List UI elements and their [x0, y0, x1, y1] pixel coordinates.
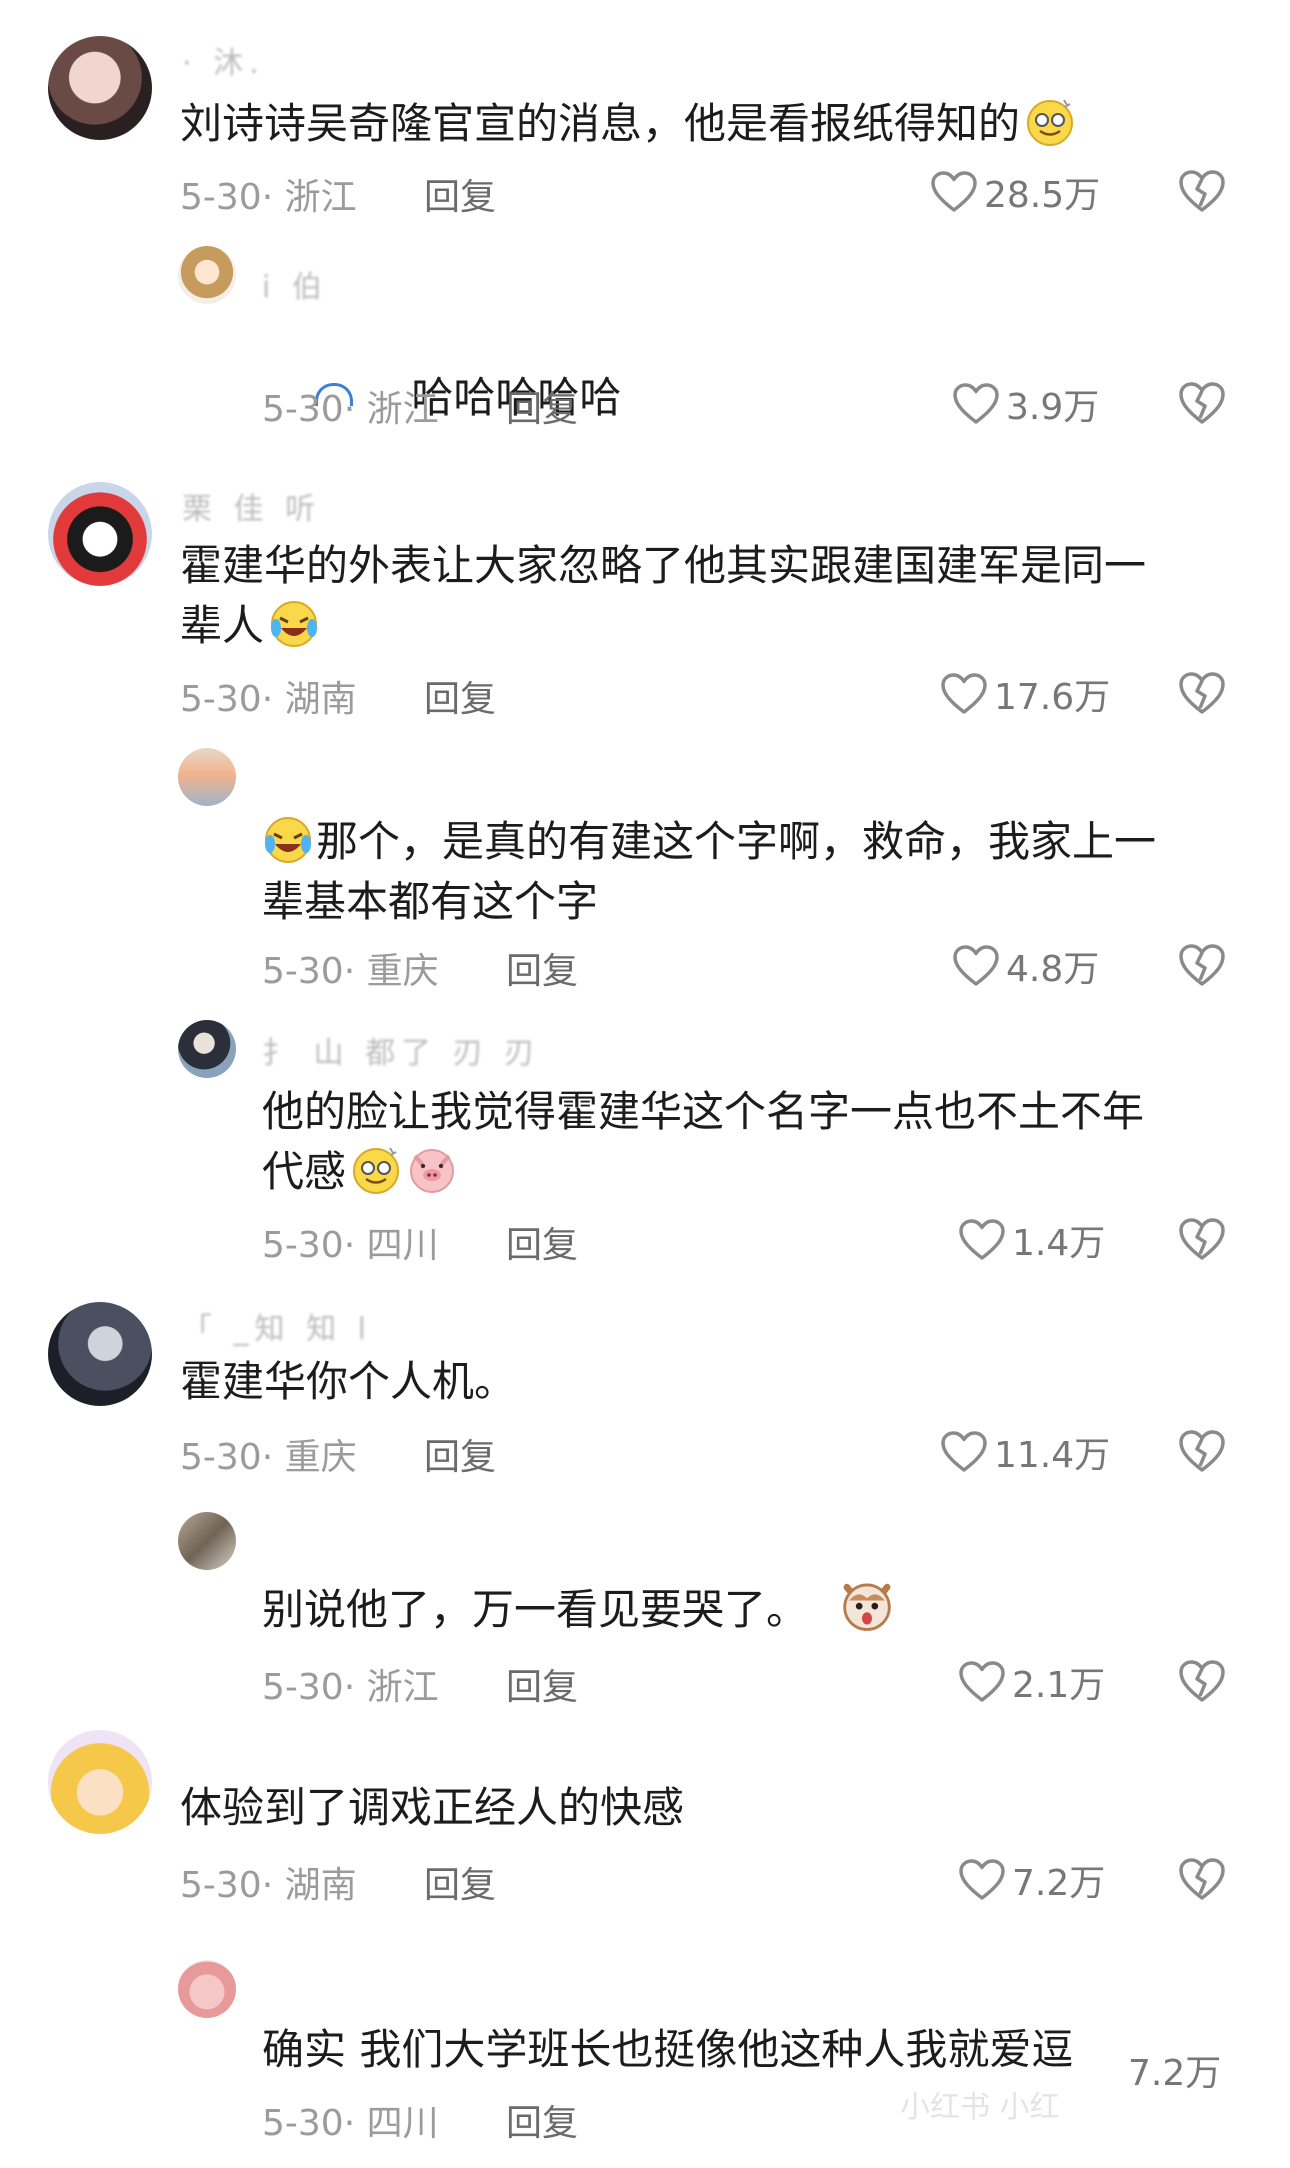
avatar[interactable]	[178, 1020, 236, 1078]
shocked-dog-emoji	[843, 1583, 891, 1631]
like-button[interactable]: 28.5万	[930, 166, 1100, 218]
like-count: 11.4万	[994, 1435, 1111, 1476]
heart-outline-icon	[959, 1661, 1005, 1702]
reply-button[interactable]: 回复	[424, 168, 496, 220]
username[interactable]: 栗 佳 听	[182, 484, 321, 528]
reply-button[interactable]: 回复	[506, 2094, 578, 2146]
reply-button[interactable]: 回复	[424, 1428, 496, 1480]
broken-heart-icon[interactable]	[1178, 942, 1226, 988]
heart-outline-icon	[959, 1219, 1005, 1260]
heart-outline-icon	[953, 383, 999, 424]
broken-heart-icon[interactable]	[1178, 1216, 1226, 1262]
like-count: 1.4万	[1012, 1223, 1106, 1264]
heart-outline-icon	[941, 1431, 987, 1472]
heart-outline-icon	[931, 171, 977, 212]
username[interactable]: 扌 山 都了 刃 刃	[262, 1028, 540, 1072]
broken-heart-icon[interactable]	[1178, 168, 1226, 214]
comment-date-location: 5-30· 重庆	[262, 951, 439, 992]
dizzy-smile-emoji	[1027, 99, 1074, 146]
comment-text: 他的脸让我觉得霍建华这个名字一点也不土不年 代感	[262, 1082, 1144, 1202]
broken-heart-icon[interactable]	[1178, 1658, 1226, 1704]
like-count: 17.6万	[994, 677, 1111, 718]
comment-body: 刘诗诗吴奇隆官宣的消息，他是看报纸得知的	[180, 99, 1021, 148]
reply-button[interactable]: 回复	[506, 942, 578, 994]
heart-outline-icon	[959, 1859, 1005, 1900]
comment-body: 霍建华的外表让大家忽略了他其实跟建国建军是同一 辈人	[180, 541, 1147, 650]
reply-button[interactable]: 回复	[424, 1856, 496, 1908]
reply-button[interactable]: 回复	[506, 1658, 578, 1710]
comment-text: 体验到了调戏正经人的快感	[180, 1778, 684, 1838]
comment-date-location: 5-30· 湖南	[180, 679, 357, 720]
comment-text: 刘诗诗吴奇隆官宣的消息，他是看报纸得知的	[180, 94, 1076, 154]
reply-button[interactable]: 回复	[506, 1216, 578, 1268]
like-button[interactable]: 1.4万	[958, 1214, 1105, 1266]
comment-body: 体验到了调戏正经人的快感	[180, 1783, 685, 1832]
comment-date-location: 5-30· 重庆	[180, 1437, 357, 1478]
username[interactable]: 「 _知 知 l	[182, 1304, 372, 1348]
heart-outline-icon	[953, 945, 999, 986]
avatar[interactable]	[178, 246, 236, 304]
like-count: 7.2万	[1012, 1863, 1106, 1904]
comment-body: 那个，是真的有建这个字啊，救命，我家上一 辈基本都有这个字	[262, 817, 1157, 926]
like-count: 28.5万	[984, 175, 1101, 216]
broken-heart-icon[interactable]	[1178, 670, 1226, 716]
like-count: 3.9万	[1006, 387, 1100, 428]
comment-date-location: 5-30· 四川	[262, 1225, 439, 1266]
comment-body: 霍建华你个人机。	[180, 1357, 517, 1406]
comment-text: 霍建华的外表让大家忽略了他其实跟建国建军是同一 辈人	[180, 536, 1146, 656]
laugh-cry-emoji	[265, 817, 311, 863]
like-button[interactable]: 11.4万	[940, 1426, 1110, 1478]
pig-emoji	[410, 1149, 455, 1193]
like-count: 2.1万	[1012, 1665, 1106, 1706]
like-button[interactable]: 4.8万	[952, 940, 1099, 992]
username[interactable]: · 沐.	[182, 38, 265, 82]
comment-text: 确实 我们大学班长也挺像他这种人我就爱逗	[262, 2020, 1162, 2080]
reply-button[interactable]: 回复	[506, 380, 578, 432]
comment-text: 别说他了，万一看见要哭了。	[262, 1576, 896, 1640]
comment-date-location: 5-30· 四川	[262, 2103, 439, 2144]
broken-heart-icon[interactable]	[1178, 1856, 1226, 1902]
dizzy-smile-emoji	[353, 1147, 400, 1194]
comment-body: 别说他了，万一看见要哭了。	[262, 1585, 809, 1634]
like-count: 7.2万	[1128, 2053, 1222, 2094]
comment-date-location: 5-30· 浙江	[180, 177, 357, 218]
avatar[interactable]	[178, 1512, 236, 1570]
like-button[interactable]: 2.1万	[958, 1656, 1105, 1708]
like-button[interactable]: 7.2万	[958, 1854, 1105, 1906]
avatar[interactable]	[178, 748, 236, 806]
comment-text: 霍建华你个人机。	[180, 1352, 516, 1412]
comment-date-location: 5-30· 浙江	[262, 389, 439, 430]
comment-text: 那个，是真的有建这个字啊，救命，我家上一 辈基本都有这个字	[262, 812, 1156, 932]
broken-heart-icon[interactable]	[1178, 1428, 1226, 1474]
like-button[interactable]: 3.9万	[952, 378, 1099, 430]
broken-heart-icon[interactable]	[1178, 380, 1226, 426]
avatar[interactable]	[48, 482, 152, 586]
watermark: 小红书 小红	[900, 2090, 1060, 2125]
avatar[interactable]	[48, 1730, 152, 1834]
comment-date-location: 5-30· 湖南	[180, 1865, 357, 1906]
avatar[interactable]	[48, 1302, 152, 1406]
avatar[interactable]	[178, 1960, 236, 2018]
like-button[interactable]: 17.6万	[940, 668, 1110, 720]
like-button[interactable]: 7.2万	[1128, 2044, 1221, 2096]
username[interactable]: i 伯	[262, 262, 328, 306]
reply-button[interactable]: 回复	[424, 670, 496, 722]
like-count: 4.8万	[1006, 949, 1100, 990]
comment-date-location: 5-30· 浙江	[262, 1667, 439, 1708]
heart-outline-icon	[941, 673, 987, 714]
laugh-cry-emoji	[271, 601, 318, 647]
comment-body: 确实 我们大学班长也挺像他这种人我就爱逗	[262, 2025, 1074, 2074]
avatar[interactable]	[48, 36, 152, 140]
